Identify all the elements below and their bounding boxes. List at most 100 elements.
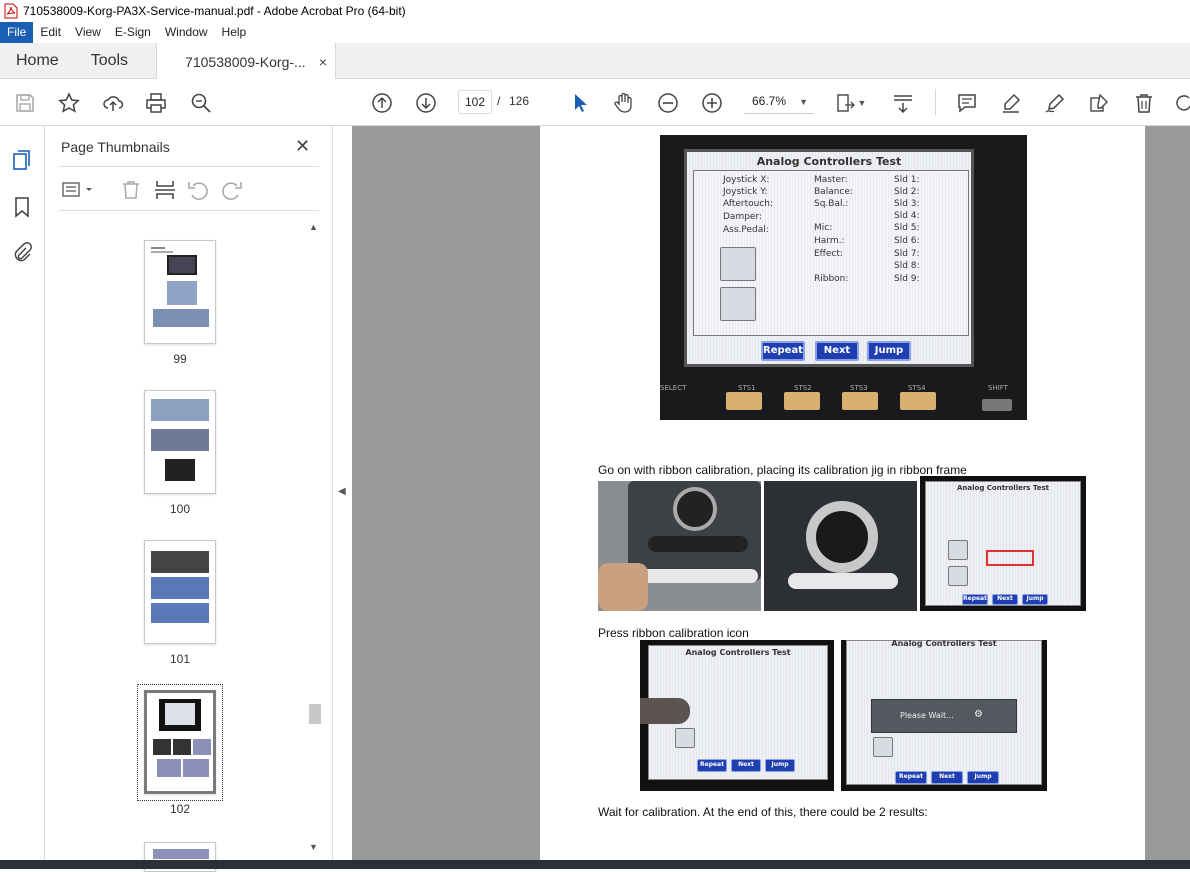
lcd-label: Joystick X: [723,175,770,185]
ribbon-calibration-hand-icon [720,247,756,281]
scroll-mode-icon[interactable] [891,91,915,115]
lcd-repeat-button: Repeat [962,594,988,605]
panel-title: Page Thumbnails [61,139,170,155]
scrollbar-thumb[interactable] [309,704,321,724]
menu-file[interactable]: File [0,22,34,43]
sts-label: STS4 [908,384,926,392]
page-thumbnail-101[interactable] [144,540,216,644]
gears-icon: ⚙ [974,709,983,720]
lcd-next-button: Next [931,771,963,784]
window-title: 710538009-Korg-PA3X-Service-manual.pdf -… [23,4,406,18]
page-number-input[interactable]: 102 [458,90,492,114]
tab-home[interactable]: Home [0,43,75,78]
close-tab-icon[interactable]: × [319,54,327,70]
edit-icon[interactable] [1087,91,1111,115]
shift-label: SHIFT [988,384,1008,392]
tab-document[interactable]: 710538009-Korg-... × [156,43,337,80]
lcd-label: Sld 2: [894,187,920,197]
thumbnail-label: 101 [169,652,191,666]
print-icon[interactable] [144,91,168,115]
thumbnail-options-icon[interactable] [61,178,95,202]
thumbnails-scrollbar[interactable]: ▲ ▼ [307,222,321,858]
bookmark-icon[interactable] [10,195,34,219]
page-thumbnail-102[interactable] [144,690,216,794]
hand-icon [948,540,968,560]
finger-pressing [640,698,690,724]
bookmark-star-icon[interactable] [57,91,81,115]
select-label: SELECT [660,384,687,392]
find-icon[interactable] [189,91,213,115]
ribbon-jig-photo-2 [764,481,917,611]
comment-icon[interactable] [955,91,979,115]
lcd-repeat-button: Repeat [761,341,805,361]
hand-icon [675,728,695,748]
scroll-down-icon[interactable]: ▼ [309,842,318,852]
rotate-icon[interactable] [1172,91,1190,115]
page-thumbnail-99[interactable] [144,240,216,344]
save-icon[interactable] [13,91,37,115]
sts4-key [900,392,936,410]
panel-divider [59,166,319,167]
hand-icon[interactable] [612,91,636,115]
lcd-photo-ribbon-highlight: Analog Controllers Test Repeat Next Jump [920,476,1086,611]
lcd-title: Analog Controllers Test [956,484,1050,492]
lcd-next-button: Next [815,341,859,361]
thumbnails-panel: Page Thumbnails ✕ 99 100 101 102 ▲ ▼ [45,126,332,872]
page-thumbnail-100[interactable] [144,390,216,494]
lcd-label: Sld 5: [894,223,920,233]
lcd-label: Ass.Pedal: [723,225,769,235]
page-thumbnails-icon[interactable] [10,148,34,172]
zoom-in-icon[interactable] [700,91,724,115]
rotate-clockwise-icon[interactable] [220,178,244,202]
sts-label: STS2 [794,384,812,392]
delete-page-icon[interactable] [119,178,143,202]
fit-page-icon[interactable] [834,91,858,115]
title-bar: 710538009-Korg-PA3X-Service-manual.pdf -… [0,0,1190,22]
share-upload-icon[interactable] [101,91,125,115]
keyboard-screen-photo: Analog Controllers Test Joystick X: Joys… [660,135,1027,420]
caption-press-icon: Press ribbon calibration icon [598,626,749,640]
shift-key [982,399,1012,411]
attachment-icon[interactable] [10,241,34,265]
ribbon-highlight-box [986,550,1034,566]
lcd-label: Harm.: [814,236,845,246]
sts-label: STS1 [738,384,756,392]
extract-page-icon[interactable] [153,178,177,202]
menu-help[interactable]: Help [215,22,254,43]
select-cursor-icon[interactable] [568,91,592,115]
close-panel-icon[interactable]: ✕ [295,136,310,157]
sign-icon[interactable] [1043,91,1067,115]
lcd-label: Sld 8: [894,261,920,271]
tab-document-label: 710538009-Korg-... [185,53,306,70]
next-page-icon[interactable] [414,91,438,115]
caption-wait-calibration: Wait for calibration. At the end of this… [598,805,928,819]
lcd-label: Master: [814,175,848,185]
main-toolbar: 102 / 126 66.7% ▼ ▼ [0,79,1190,126]
tab-bar: Home Tools 710538009-Korg-... × [0,43,1190,80]
scroll-up-icon[interactable]: ▲ [309,222,318,232]
rotate-counterclockwise-icon[interactable] [186,178,210,202]
sts2-key [784,392,820,410]
zoom-out-icon[interactable] [656,91,680,115]
prev-page-icon[interactable] [370,91,394,115]
lcd-label: Ribbon: [814,274,849,284]
fit-chevron-icon[interactable]: ▼ [856,91,868,115]
lcd-jump-button: Jump [967,771,999,784]
caption-ribbon-calibration: Go on with ribbon calibration, placing i… [598,463,967,477]
hand-icon [720,287,756,321]
panel-collapse-handle[interactable]: ◀ [332,126,352,860]
menu-esign[interactable]: E-Sign [108,22,158,43]
menu-view[interactable]: View [68,22,108,43]
lcd-next-button: Next [992,594,1018,605]
menu-window[interactable]: Window [158,22,215,43]
collapse-arrow-icon[interactable]: ◀ [338,486,346,497]
lcd-label: Mic: [814,223,833,233]
tab-tools[interactable]: Tools [75,43,144,78]
lcd-panel: Joystick X: Joystick Y: Aftertouch: Damp… [693,170,969,336]
lcd-jump-button: Jump [867,341,911,361]
menu-edit[interactable]: Edit [33,22,68,43]
ribbon-jig-photo-1 [598,481,761,611]
highlight-icon[interactable] [999,91,1023,115]
zoom-select[interactable]: 66.7% ▼ [744,90,814,114]
delete-icon[interactable] [1132,91,1156,115]
